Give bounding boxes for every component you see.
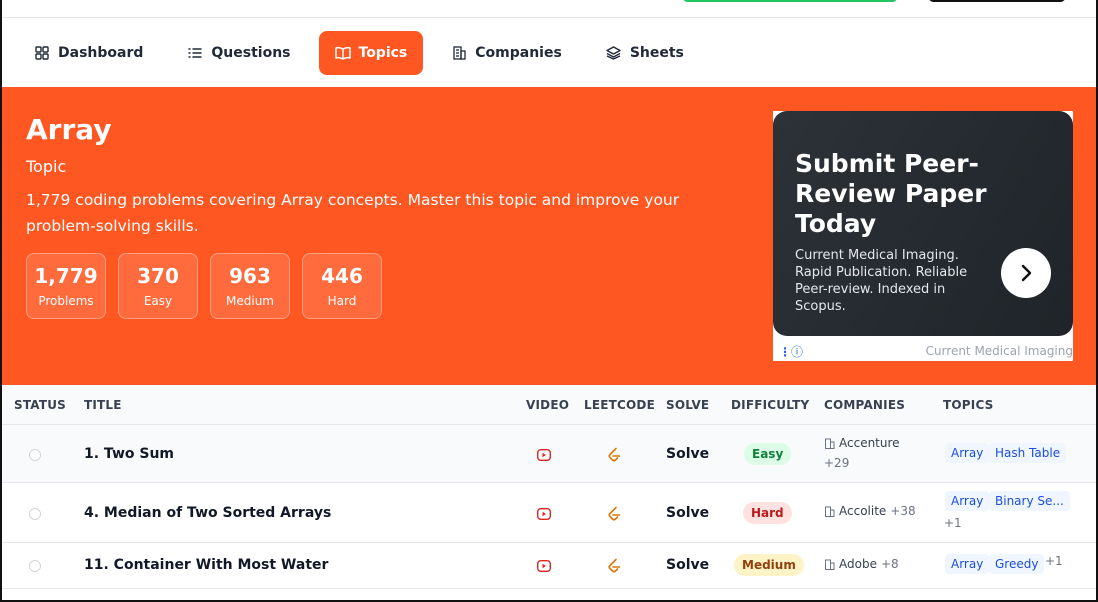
company-name: Accolite: [839, 504, 887, 518]
problems-table: STATUS TITLE VIDEO LEETCODE SOLVE DIFFIC…: [2, 385, 1096, 589]
ad-title: Submit Peer-Review Paper Today: [795, 149, 987, 238]
top-navigation: Dashboard Questions Topics Companies She…: [2, 18, 1096, 87]
browser-top-strip: [0, 0, 1098, 18]
nav-item-label: Companies: [475, 44, 562, 61]
table-row[interactable]: 11. Container With Most Water Solve Medi…: [2, 543, 1096, 589]
stat-label: Medium: [226, 294, 274, 308]
problem-title[interactable]: 1. Two Sum: [84, 446, 174, 462]
building-icon: [825, 506, 835, 517]
page-subtitle: Topic: [26, 157, 67, 176]
leetcode-icon[interactable]: [607, 558, 621, 574]
stat-problems: 1,779 Problems: [26, 253, 106, 319]
nav-item-topics[interactable]: Topics: [318, 30, 424, 75]
topics-more[interactable]: +1: [944, 516, 962, 530]
building-icon: [451, 45, 467, 61]
topic-tag[interactable]: Hash Table: [989, 443, 1067, 463]
company-more[interactable]: +29: [824, 456, 849, 470]
nav-item-label: Topics: [358, 44, 408, 61]
difficulty-badge: Easy: [744, 443, 792, 465]
stat-easy: 370 Easy: [118, 253, 198, 319]
ad-menu-icon[interactable]: ⋮: [779, 345, 791, 359]
solve-link[interactable]: Solve: [666, 446, 709, 462]
topic-tag[interactable]: Binary Se...: [989, 491, 1070, 511]
nav-item-label: Dashboard: [58, 44, 144, 61]
company-cell[interactable]: Adobe +8: [824, 557, 899, 571]
advertisement[interactable]: Submit Peer-Review Paper Today Current M…: [773, 111, 1073, 361]
problem-title[interactable]: 4. Median of Two Sorted Arrays: [84, 505, 331, 521]
leetcode-icon[interactable]: [607, 506, 621, 522]
topic-tag[interactable]: Array: [945, 491, 990, 511]
company-more[interactable]: +8: [881, 557, 899, 571]
top-action-button-dark[interactable]: [928, 0, 1066, 2]
col-difficulty[interactable]: DIFFICULTY: [731, 398, 809, 412]
top-action-button-green[interactable]: [682, 0, 898, 2]
nav-item-label: Questions: [211, 44, 291, 61]
stat-label: Easy: [143, 294, 173, 308]
stat-value: 1,779: [34, 264, 98, 288]
table-row[interactable]: 4. Median of Two Sorted Arrays Solve Har…: [2, 483, 1096, 543]
problem-title[interactable]: 11. Container With Most Water: [84, 557, 328, 573]
chevron-right-icon: [1021, 264, 1032, 282]
nav-item-dashboard[interactable]: Dashboard: [26, 31, 159, 75]
building-icon: [825, 559, 835, 570]
topic-tag[interactable]: Array: [945, 443, 990, 463]
ad-next-button[interactable]: [1001, 248, 1051, 298]
nav-item-questions[interactable]: Questions: [171, 31, 306, 75]
company-name: Accenture: [839, 436, 900, 450]
difficulty-badge: Hard: [743, 502, 792, 524]
company-cell[interactable]: Accenture: [824, 436, 900, 450]
status-circle[interactable]: [29, 449, 41, 461]
company-name: Adobe: [839, 557, 877, 571]
layers-icon: [606, 45, 622, 61]
company-cell[interactable]: Accolite +38: [824, 504, 916, 518]
ad-text: Current Medical Imaging. Rapid Publicati…: [795, 248, 968, 314]
topic-hero-banner: Array Topic 1,779 coding problems coveri…: [2, 87, 1096, 385]
topic-tag[interactable]: Array: [945, 554, 990, 574]
ad-card[interactable]: Submit Peer-Review Paper Today Current M…: [773, 111, 1073, 336]
list-icon: [187, 45, 203, 61]
building-icon: [825, 438, 835, 449]
page-title: Array: [26, 113, 112, 146]
col-video[interactable]: VIDEO: [526, 398, 569, 412]
solve-link[interactable]: Solve: [666, 557, 709, 573]
youtube-icon[interactable]: [537, 508, 551, 520]
ad-source: Current Medical Imaging: [925, 344, 1073, 358]
nav-item-sheets[interactable]: Sheets: [590, 31, 700, 75]
status-circle[interactable]: [29, 560, 41, 572]
stat-hard: 446 Hard: [302, 253, 382, 319]
col-solve[interactable]: SOLVE: [666, 398, 709, 412]
difficulty-badge: Medium: [734, 554, 804, 576]
stat-label: Hard: [327, 294, 357, 308]
nav-item-label: Sheets: [629, 44, 684, 61]
youtube-icon[interactable]: [537, 560, 551, 572]
youtube-icon[interactable]: [537, 449, 551, 461]
topics-more[interactable]: +1: [1045, 554, 1063, 568]
col-title[interactable]: TITLE: [84, 398, 122, 412]
stat-value: 963: [229, 264, 271, 288]
stat-medium: 963 Medium: [210, 253, 290, 319]
col-leetcode[interactable]: LEETCODE: [584, 398, 655, 412]
col-companies[interactable]: COMPANIES: [824, 398, 905, 412]
ad-info-icon[interactable]: ⓘ: [791, 343, 803, 360]
topic-stats: 1,779 Problems 370 Easy 963 Medium 446 H…: [26, 253, 382, 319]
company-more[interactable]: +38: [890, 504, 915, 518]
table-header: STATUS TITLE VIDEO LEETCODE SOLVE DIFFIC…: [2, 385, 1096, 425]
nav-item-companies[interactable]: Companies: [435, 31, 578, 75]
table-row[interactable]: 1. Two Sum Solve Easy Accenture +29 Arra…: [2, 425, 1096, 483]
topic-tag[interactable]: Greedy: [989, 554, 1045, 574]
stat-label: Problems: [38, 294, 94, 308]
ad-footer: ⋮ ⓘ Current Medical Imaging: [773, 343, 1073, 361]
col-status[interactable]: STATUS: [14, 398, 66, 412]
leetcode-icon[interactable]: [607, 447, 621, 463]
dashboard-icon: [34, 45, 50, 61]
solve-link[interactable]: Solve: [666, 505, 709, 521]
col-topics[interactable]: TOPICS: [943, 398, 994, 412]
stat-value: 370: [137, 264, 179, 288]
book-icon: [334, 45, 351, 61]
topic-description: 1,779 coding problems covering Array con…: [26, 191, 680, 235]
stat-value: 446: [321, 264, 363, 288]
status-circle[interactable]: [29, 508, 41, 520]
